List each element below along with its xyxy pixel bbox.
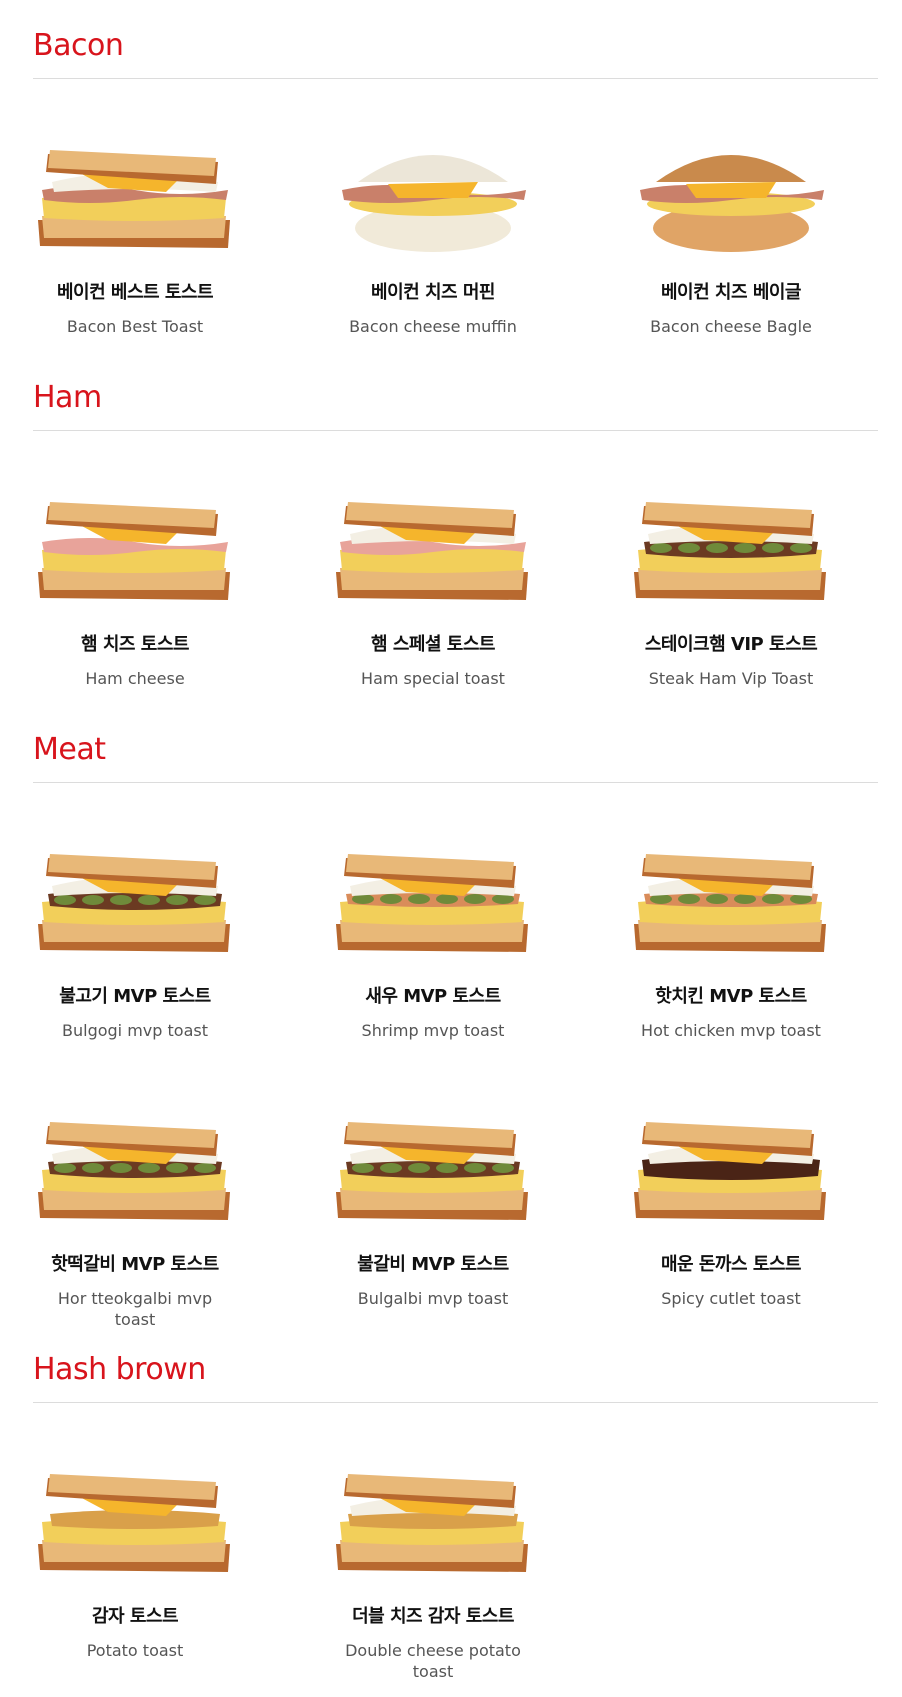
menu-item-korean-name: 스테이크햄 VIP 토스트 [644,634,818,655]
section-title: Meat [33,732,106,767]
menu-item[interactable]: 핫치킨 MVP 토스트 Hot chicken mvp toast [581,832,881,1041]
menu-item-korean-name: 햄 스페셜 토스트 [371,634,495,655]
menu-item-korean-name: 매운 돈까스 토스트 [660,1254,802,1275]
menu-item-english-name: Ham special toast [361,669,505,688]
menu-item[interactable]: 핫떡갈비 MVP 토스트 Hor tteokgalbi mvp toast [0,1100,285,1330]
menu-item-photo [336,502,528,600]
menu-item-english-name: Shrimp mvp toast [361,1021,505,1040]
menu-item-photo [336,1122,528,1220]
section-divider [33,78,878,79]
menu-item-photo [634,1122,826,1220]
menu-item[interactable]: 베이컨 치즈 베이글 Bacon cheese Bagle [581,128,881,337]
menu-item-photo [640,155,824,252]
menu-item[interactable]: 베이컨 치즈 머핀 Bacon cheese muffin [283,128,583,337]
menu-item-photo [634,854,826,952]
menu-item-english-name: Steak Ham Vip Toast [648,669,814,688]
menu-item-english-name: Bacon cheese muffin [349,317,517,336]
section-divider [33,430,878,431]
menu-item-photo [38,502,230,600]
menu-item[interactable]: 감자 토스트 Potato toast [0,1452,285,1661]
menu-item-korean-name: 베이컨 베스트 토스트 [56,282,214,303]
menu-item-english-name: Potato toast [86,1641,184,1660]
menu-item-photo [342,155,526,252]
section-title: Hash brown [33,1352,206,1387]
menu-item-photo [38,854,230,952]
menu-item[interactable]: 새우 MVP 토스트 Shrimp mvp toast [283,832,583,1041]
menu-item-korean-name: 햄 치즈 토스트 [81,634,189,655]
section-divider [33,1402,878,1403]
menu-item-photo [336,1474,528,1572]
menu-item-korean-name: 베이컨 치즈 베이글 [660,282,802,303]
menu-item[interactable]: 매운 돈까스 토스트 Spicy cutlet toast [581,1100,881,1309]
menu-item-english-name: Ham cheese [85,669,185,688]
menu-item[interactable]: 스테이크햄 VIP 토스트 Steak Ham Vip Toast [581,480,881,689]
menu-item-english-name: Bacon Best Toast [66,317,204,336]
menu-item-english-name: Spicy cutlet toast [661,1289,801,1308]
menu-item-english-name: Hot chicken mvp toast [641,1021,821,1040]
menu-item-korean-name: 핫떡갈비 MVP 토스트 [51,1254,219,1275]
menu-item-photo [38,1474,230,1572]
menu-item-photo [336,854,528,952]
menu-item[interactable]: 더블 치즈 감자 토스트 Double cheese potato toast [283,1452,583,1682]
menu-item-korean-name: 핫치킨 MVP 토스트 [655,986,807,1007]
menu-item-english-name: Bulgogi mvp toast [62,1021,208,1040]
menu-item[interactable]: 베이컨 베스트 토스트 Bacon Best Toast [0,128,285,337]
menu-item-photo [38,150,230,248]
menu-item[interactable]: 불갈비 MVP 토스트 Bulgalbi mvp toast [283,1100,583,1309]
menu-item-english-name: Bulgalbi mvp toast [357,1289,509,1308]
menu-item-korean-name: 감자 토스트 [91,1606,179,1627]
section-divider [33,782,878,783]
menu-item-korean-name: 새우 MVP 토스트 [365,986,501,1007]
menu-item-english-name: Hor tteokgalbi mvp toast [57,1289,213,1329]
menu-item[interactable]: 불고기 MVP 토스트 Bulgogi mvp toast [0,832,285,1041]
section-title: Ham [33,380,102,415]
menu-item-korean-name: 불갈비 MVP 토스트 [357,1254,509,1275]
menu-item-korean-name: 불고기 MVP 토스트 [59,986,211,1007]
menu-item-english-name: Double cheese potato toast [345,1641,521,1681]
menu-item[interactable]: 햄 치즈 토스트 Ham cheese [0,480,285,689]
menu-item-photo [38,1122,230,1220]
menu-item[interactable]: 햄 스페셜 토스트 Ham special toast [283,480,583,689]
menu-item-english-name: Bacon cheese Bagle [650,317,812,336]
section-title: Bacon [33,28,124,63]
menu-item-korean-name: 더블 치즈 감자 토스트 [352,1606,514,1627]
menu-item-photo [634,502,826,600]
menu-item-korean-name: 베이컨 치즈 머핀 [371,282,495,303]
